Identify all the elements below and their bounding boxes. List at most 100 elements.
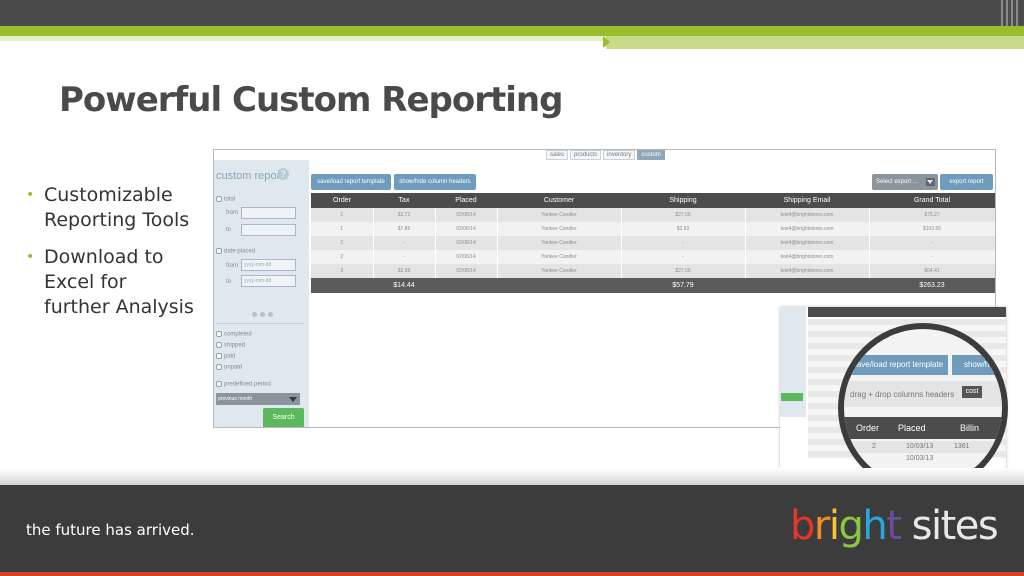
zoom-table-row: 10/03/13 bbox=[844, 453, 1002, 465]
period-select[interactable]: previous month bbox=[216, 393, 300, 405]
zoom-header-placed: Placed bbox=[898, 423, 926, 433]
table-row[interactable]: 3 $2.98 02/06/14 Yankee Candler $27.55 test4@… bbox=[311, 264, 995, 278]
cell-customer: Yankee Candler bbox=[497, 222, 622, 236]
predefined-period-filter[interactable]: predefined period bbox=[216, 381, 271, 388]
header-bar bbox=[0, 0, 1024, 26]
cell-shipping: - bbox=[621, 236, 746, 250]
column-header-customer[interactable]: Customer bbox=[497, 193, 621, 208]
total-tax: $14.44 bbox=[373, 278, 435, 293]
bullet-text: Customizable Reporting Tools bbox=[44, 184, 190, 231]
checkbox-icon[interactable] bbox=[216, 364, 222, 370]
to-label: to bbox=[226, 279, 232, 285]
column-header-shipping-email[interactable]: Shipping Email bbox=[745, 193, 869, 208]
total-grand-total: $263.23 bbox=[869, 278, 995, 293]
cell-shipping: $2.69 bbox=[621, 222, 746, 236]
header-decoration bbox=[1001, 0, 1018, 26]
status-completed[interactable]: completed bbox=[216, 331, 252, 338]
search-button[interactable]: Search bbox=[263, 408, 304, 427]
table-row[interactable]: 2-02/06/14 Yankee Candler - test4@brightsto… bbox=[311, 250, 995, 264]
cell-placed: 02/06/14 bbox=[435, 222, 498, 236]
more-icon[interactable] bbox=[252, 312, 273, 317]
cell-order: 3 bbox=[311, 264, 374, 278]
checkbox-icon[interactable] bbox=[216, 196, 222, 202]
column-header-tax[interactable]: Tax bbox=[373, 193, 435, 208]
report-table: Order Tax Placed Customer Shipping Shipp… bbox=[311, 193, 995, 293]
chevron-down-icon bbox=[926, 178, 935, 186]
checkbox-icon[interactable] bbox=[216, 381, 222, 387]
column-header-grand-total[interactable]: Grand Total bbox=[869, 193, 995, 208]
table-row[interactable]: 1 $7.86 02/06/14 Yankee Candler $2.69 test4@b… bbox=[311, 222, 995, 236]
from-label: from bbox=[226, 263, 238, 269]
footer-accent bbox=[0, 572, 1024, 576]
bullet-icon: • bbox=[26, 249, 35, 265]
table-row[interactable]: 1 $3.72 02/06/14 Yankee Candler $27.55 test4@… bbox=[311, 208, 995, 222]
cell-grand-total: - bbox=[869, 250, 995, 264]
panel-title: custom report bbox=[216, 170, 284, 182]
cell-placed: 02/06/14 bbox=[435, 208, 498, 222]
table-row[interactable]: 2-02/06/14 Yankee Candler - test4@brightsto… bbox=[311, 236, 995, 250]
total-to-input[interactable] bbox=[241, 224, 296, 236]
status-shipped[interactable]: shipped bbox=[216, 342, 245, 349]
total-filter[interactable]: total bbox=[216, 196, 235, 203]
tab-custom[interactable]: custom bbox=[637, 150, 665, 160]
checkbox-icon[interactable] bbox=[216, 331, 222, 337]
show-hide-columns-button[interactable]: show/hide column headers bbox=[394, 174, 476, 190]
cell-grand-total: $103.55 bbox=[869, 222, 995, 236]
brand-logo: bright sites bbox=[790, 503, 999, 549]
cell-shipping: $27.55 bbox=[621, 208, 746, 222]
column-header-placed[interactable]: Placed bbox=[435, 193, 497, 208]
cell-customer: Yankee Candler bbox=[497, 236, 622, 250]
bullet-list: • Customizable Reporting Tools • Download … bbox=[26, 183, 196, 332]
zoom-table-row: 2 10/03/13 1361 bbox=[844, 441, 1002, 453]
slide-title: Powerful Custom Reporting bbox=[59, 80, 563, 120]
date-to-input[interactable]: yyyy-mm-dd bbox=[241, 275, 296, 287]
zoom-cost-chip: cost bbox=[962, 386, 982, 398]
column-header-shipping[interactable]: Shipping bbox=[621, 193, 745, 208]
cell-email: test4@brightstores.com bbox=[745, 208, 870, 222]
filter-panel: custom report ? total from to date place… bbox=[214, 160, 309, 427]
divider bbox=[216, 323, 304, 324]
tab-inventory[interactable]: inventory bbox=[603, 150, 636, 160]
cell-email: test4@brightstores.com bbox=[745, 236, 870, 250]
column-header-order[interactable]: Order bbox=[311, 193, 373, 208]
cell-customer: Yankee Candler bbox=[497, 264, 622, 278]
cell-order: 2 bbox=[311, 236, 374, 250]
zoom-header-order: Order bbox=[856, 423, 880, 433]
from-label: from bbox=[226, 210, 238, 216]
checkbox-icon[interactable] bbox=[216, 342, 222, 348]
status-unpaid[interactable]: unpaid bbox=[216, 364, 242, 371]
zoom-save-load-button: save/load report template bbox=[848, 355, 948, 375]
cell-shipping: $27.55 bbox=[621, 264, 746, 278]
cell-customer: Yankee Candler bbox=[497, 208, 622, 222]
report-tabs: sales products inventory custom bbox=[546, 150, 665, 160]
save-load-template-button[interactable]: save/load report template bbox=[311, 174, 391, 190]
tab-products[interactable]: products bbox=[570, 150, 602, 160]
tagline: the future has arrived. bbox=[26, 521, 195, 539]
cell-grand-total: $64.41 bbox=[869, 264, 995, 278]
footer-shadow bbox=[0, 468, 1024, 485]
cell-tax: $3.72 bbox=[373, 208, 436, 222]
status-paid[interactable]: paid bbox=[216, 353, 235, 360]
date-placed-filter[interactable]: date placed bbox=[216, 248, 255, 255]
bullet-item: • Customizable Reporting Tools bbox=[26, 183, 196, 233]
zoom-show-hide-button: show/hide bbox=[952, 355, 1002, 375]
checkbox-icon[interactable] bbox=[216, 248, 222, 254]
tab-sales[interactable]: sales bbox=[546, 150, 569, 160]
cell-placed: 02/06/14 bbox=[435, 236, 498, 250]
accent-stripe-light bbox=[0, 36, 606, 41]
export-report-button[interactable]: export report bbox=[940, 174, 993, 190]
bullet-icon: • bbox=[26, 187, 35, 203]
bullet-item: • Download to Excel for further Analysis bbox=[26, 245, 196, 320]
export-select[interactable]: Select export ... bbox=[872, 174, 938, 190]
zoom-drag-drop-hint: drag + drop columns headers bbox=[844, 381, 1002, 407]
cell-grand-total: $75.27 bbox=[869, 208, 995, 222]
cell-order: 2 bbox=[311, 250, 374, 264]
cell-order: 1 bbox=[311, 222, 374, 236]
cell-tax: $7.86 bbox=[373, 222, 436, 236]
date-from-input[interactable]: yyyy-mm-dd bbox=[241, 259, 296, 271]
checkbox-icon[interactable] bbox=[216, 353, 222, 359]
cell-grand-total: - bbox=[869, 236, 995, 250]
cell-tax: - bbox=[373, 250, 436, 264]
total-from-input[interactable] bbox=[241, 207, 296, 219]
help-icon[interactable]: ? bbox=[277, 168, 289, 180]
